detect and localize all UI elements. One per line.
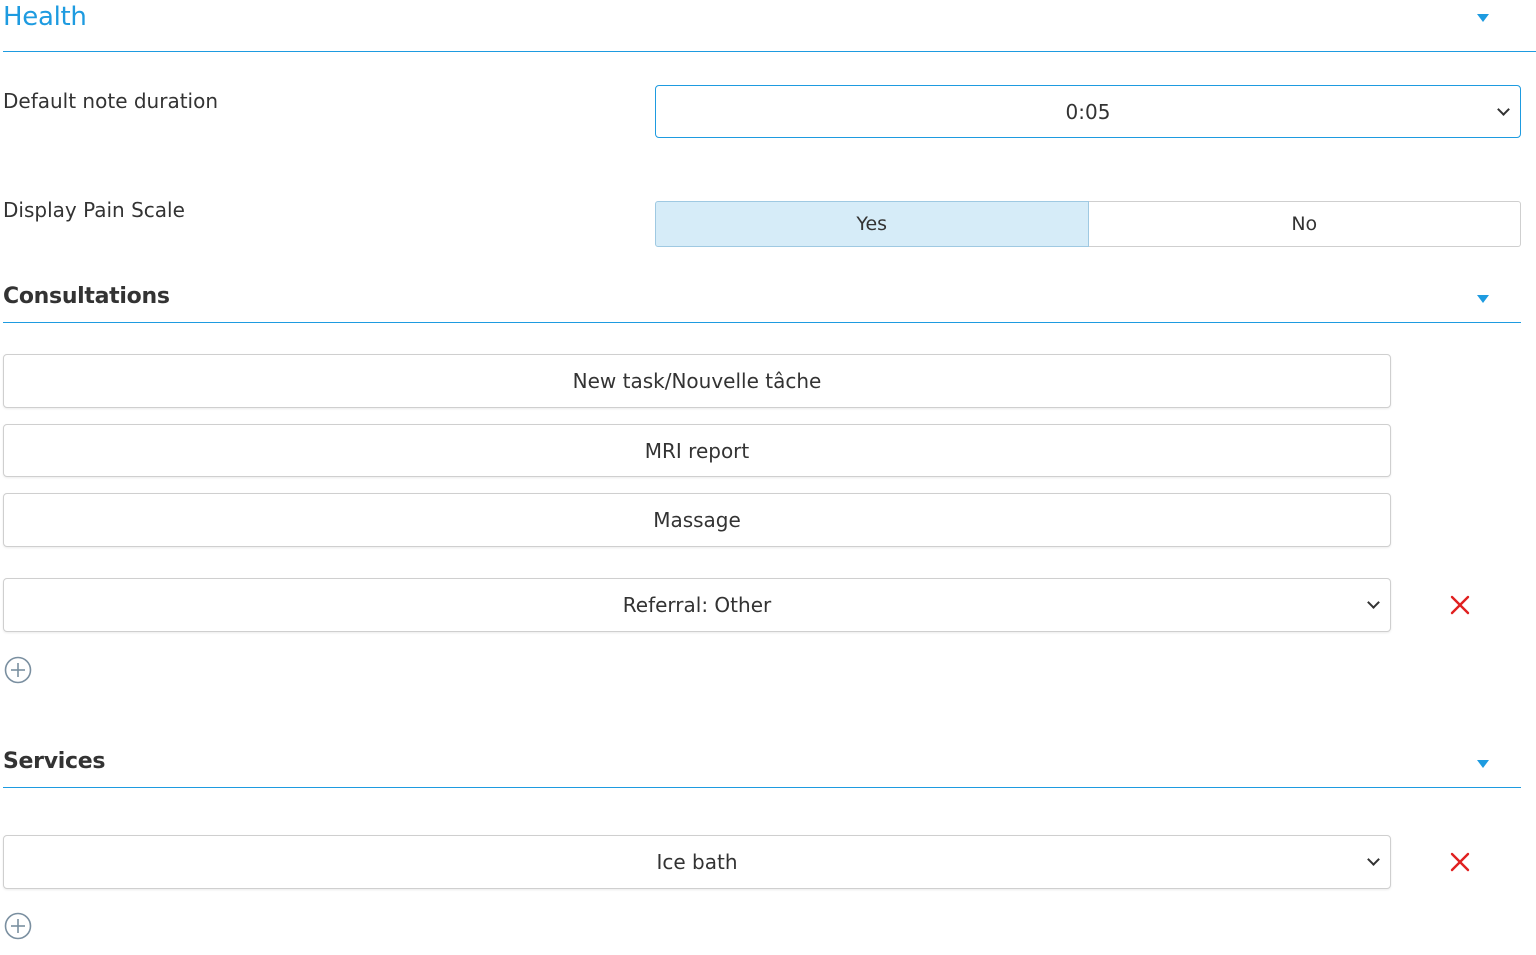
add-service-plus-icon[interactable] bbox=[4, 912, 32, 940]
pain-scale-no-option[interactable]: No bbox=[1088, 201, 1521, 247]
chevron-down-icon bbox=[1497, 102, 1510, 116]
consultations-divider bbox=[3, 322, 1521, 323]
consultation-referral-select[interactable]: Referral: Other bbox=[3, 578, 1391, 632]
remove-service-close-icon[interactable] bbox=[1449, 851, 1471, 873]
health-collapse-caret-icon[interactable] bbox=[1477, 14, 1489, 22]
consultations-section-title: Consultations bbox=[3, 284, 170, 309]
consultation-referral-value: Referral: Other bbox=[622, 593, 772, 617]
display-pain-scale-label: Display Pain Scale bbox=[3, 198, 185, 222]
services-section-title: Services bbox=[3, 749, 106, 774]
consultation-item-massage[interactable]: Massage bbox=[3, 493, 1391, 547]
services-collapse-caret-icon[interactable] bbox=[1477, 760, 1489, 768]
service-select[interactable]: Ice bath bbox=[3, 835, 1391, 889]
display-pain-scale-toggle: Yes No bbox=[655, 201, 1521, 247]
services-divider bbox=[3, 787, 1521, 788]
add-consultation-plus-icon[interactable] bbox=[4, 656, 32, 684]
consultation-item-new-task[interactable]: New task/Nouvelle tâche bbox=[3, 354, 1391, 408]
chevron-down-icon bbox=[1367, 853, 1380, 866]
consultations-collapse-caret-icon[interactable] bbox=[1477, 295, 1489, 303]
pain-scale-yes-option[interactable]: Yes bbox=[655, 201, 1089, 247]
service-select-value: Ice bath bbox=[656, 850, 738, 874]
health-section-title: Health bbox=[3, 2, 87, 32]
remove-referral-close-icon[interactable] bbox=[1449, 594, 1471, 616]
health-divider bbox=[3, 51, 1536, 52]
default-note-duration-select[interactable]: 0:05 bbox=[655, 85, 1521, 138]
default-note-duration-label: Default note duration bbox=[3, 89, 219, 113]
default-note-duration-value: 0:05 bbox=[1065, 99, 1111, 124]
consultation-item-mri-report[interactable]: MRI report bbox=[3, 424, 1391, 477]
chevron-down-icon bbox=[1367, 596, 1380, 609]
